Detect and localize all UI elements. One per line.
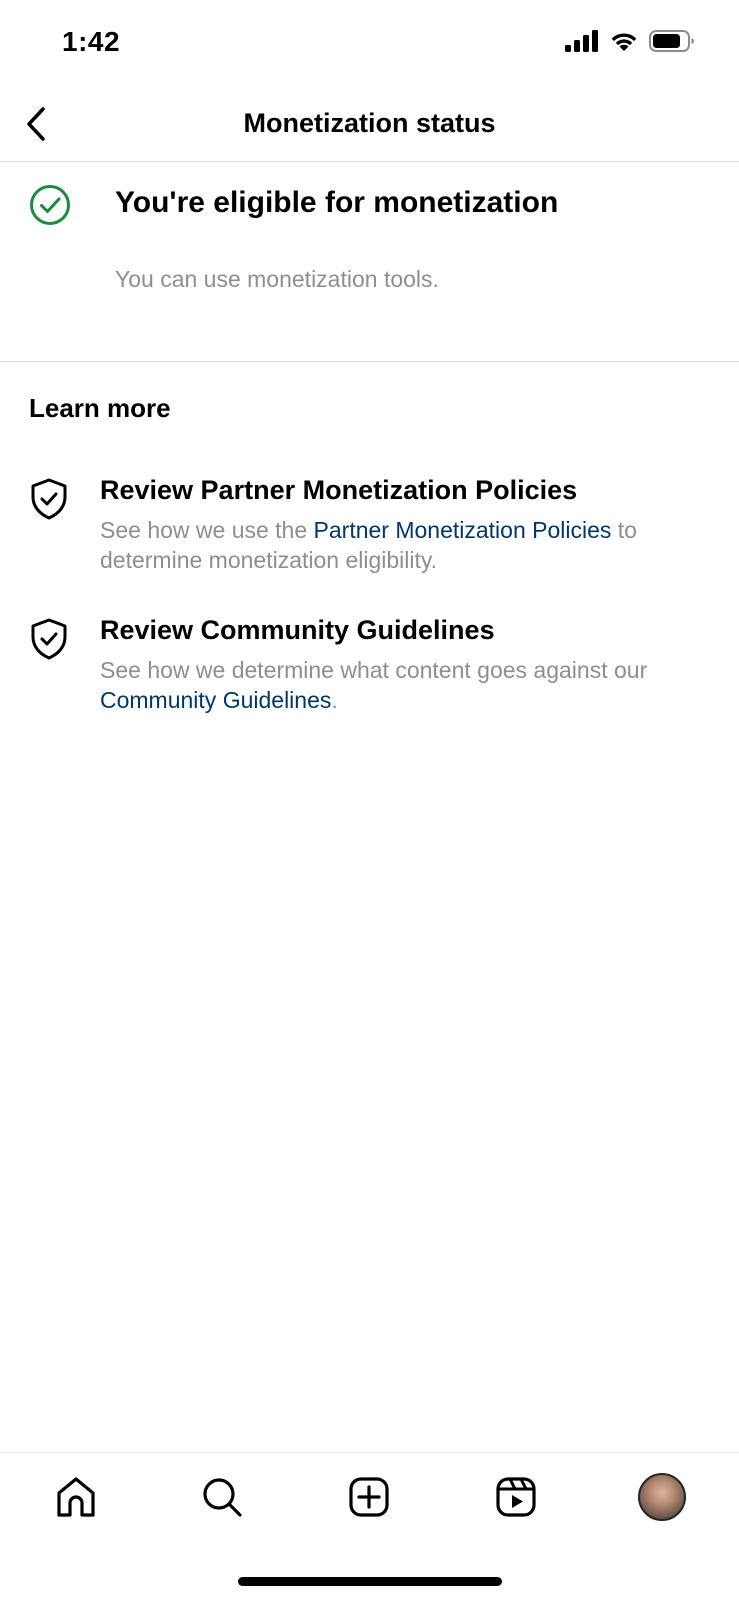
item-description: See how we use the Partner Monetization … [100,515,710,575]
cellular-signal-icon [565,30,598,52]
item-description: See how we determine what content goes a… [100,655,710,715]
home-icon [57,1477,95,1517]
reels-icon [496,1477,536,1517]
nav-profile-button[interactable] [638,1473,686,1521]
wifi-icon [611,33,637,51]
partner-policies-link[interactable]: Partner Monetization Policies [314,517,612,543]
learn-more-heading: Learn more [29,393,171,423]
shield-check-icon [31,478,67,520]
create-icon [349,1477,389,1517]
item-title: Review Partner Monetization Policies [100,475,578,505]
check-circle-icon [30,185,70,225]
status-bar: 1:42 [0,0,739,90]
nav-create-button[interactable] [345,1473,393,1521]
desc-text: See how we use the [100,517,314,543]
nav-reels-button[interactable] [492,1473,540,1521]
page-title: Monetization status [243,108,496,138]
shield-check-icon [31,618,67,660]
avatar [638,1473,686,1521]
desc-text: See how we determine what content goes a… [100,657,648,683]
nav-search-button[interactable] [198,1473,246,1521]
community-guidelines-link[interactable]: Community Guidelines [100,687,331,713]
eligibility-subtitle: You can use monetization tools. [115,266,439,292]
header: Monetization status [0,90,739,162]
search-icon [203,1478,242,1517]
eligibility-title: You're eligible for monetization [115,186,559,219]
battery-icon [649,30,694,52]
home-indicator [238,1577,502,1586]
status-time: 1:42 [62,26,121,57]
eligibility-section: You're eligible for monetization You can… [0,162,739,362]
nav-home-button[interactable] [52,1473,100,1521]
item-title: Review Community Guidelines [100,615,495,645]
status-icons [565,30,695,52]
desc-text: . [331,687,338,713]
